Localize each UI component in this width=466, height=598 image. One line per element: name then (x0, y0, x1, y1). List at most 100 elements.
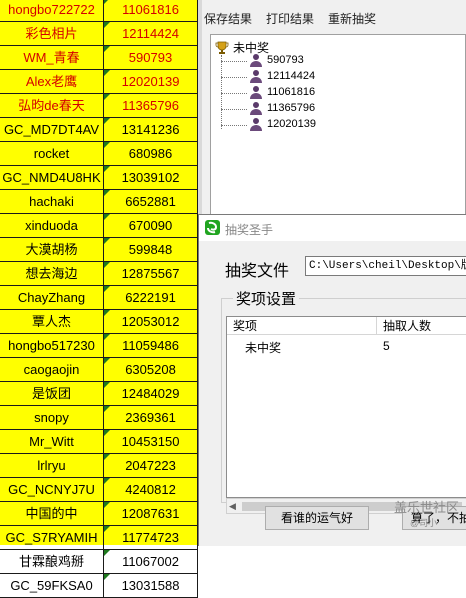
table-row[interactable]: lrlryu 2047223 (0, 454, 198, 478)
user-id-cell[interactable]: 11061816 (104, 0, 198, 22)
table-row[interactable]: 中国的中 12087631 (0, 502, 198, 526)
prize-count-cell[interactable]: 5 (383, 339, 390, 353)
username-cell[interactable]: 弘昀de春天 (0, 94, 104, 118)
username-cell[interactable]: rocket (0, 142, 104, 166)
prize-name-cell[interactable]: 未中奖 (245, 339, 281, 356)
table-row[interactable]: GC_59FKSA0 13031588 (0, 574, 198, 598)
username-cell[interactable]: 中国的中 (0, 502, 104, 526)
username-cell[interactable]: hachaki (0, 190, 104, 214)
user-id-cell[interactable]: 599848 (104, 238, 198, 262)
tree-leaf[interactable]: 11365796 (221, 101, 461, 117)
user-id-cell[interactable]: 2369361 (104, 406, 198, 430)
username-cell[interactable]: Alex老鹰 (0, 70, 104, 94)
tree-leaf[interactable]: 12020139 (221, 117, 461, 133)
table-row[interactable]: rocket 680986 (0, 142, 198, 166)
table-row[interactable]: GC_MD7DT4AV 13141236 (0, 118, 198, 142)
save-results-menu[interactable]: 保存结果 (204, 10, 252, 27)
table-row[interactable]: 彩色相片 12114424 (0, 22, 198, 46)
tree-leaf-label[interactable]: 12020139 (267, 118, 316, 130)
user-id-cell[interactable]: 12484029 (104, 382, 198, 406)
user-id-cell[interactable]: 6305208 (104, 358, 198, 382)
file-path-field[interactable]: C:\Users\cheil\Desktop\版块 (305, 256, 466, 276)
username-cell[interactable]: lrlryu (0, 454, 104, 478)
user-id-cell[interactable]: 11365796 (104, 94, 198, 118)
user-id-cell[interactable]: 13031588 (104, 574, 198, 598)
tree-leaf-label[interactable]: 12114424 (267, 70, 315, 82)
draw-button[interactable]: 看谁的运气好 (265, 506, 369, 530)
user-id-cell[interactable]: 10453150 (104, 430, 198, 454)
username-cell[interactable]: GC_S7RYAMIH (0, 526, 104, 550)
table-row[interactable]: GC_NMD4U8HK 13039102 (0, 166, 198, 190)
username-cell[interactable]: 大漠胡杨 (0, 238, 104, 262)
username-cell[interactable]: caogaojin (0, 358, 104, 382)
table-row[interactable]: caogaojin 6305208 (0, 358, 198, 382)
tree-leaf[interactable]: 590793 (221, 53, 461, 69)
user-id-cell[interactable]: 12053012 (104, 310, 198, 334)
table-row[interactable]: GC_NCNYJ7U 4240812 (0, 478, 198, 502)
username-cell[interactable]: 甘霖酿鸡掰 (0, 550, 104, 574)
user-id-cell[interactable]: 13141236 (104, 118, 198, 142)
username-cell[interactable]: hongbo517230 (0, 334, 104, 358)
username-cell[interactable]: 是饭团 (0, 382, 104, 406)
user-id-cell[interactable]: 12020139 (104, 70, 198, 94)
user-id-cell[interactable]: 6222191 (104, 286, 198, 310)
user-id-cell[interactable]: 590793 (104, 46, 198, 70)
title-bar[interactable]: 抽奖圣手 (199, 215, 466, 241)
table-row[interactable]: hongbo722722 11061816 (0, 0, 198, 22)
result-tree[interactable]: 未中奖 590793 12114424 11061816 11365796 120201… (210, 34, 466, 224)
cell-marker-icon (104, 70, 110, 76)
prize-list[interactable]: 奖项 抽取人数 未中奖 5 (226, 316, 466, 498)
table-row[interactable]: 是饭团 12484029 (0, 382, 198, 406)
table-row[interactable]: 甘霖酿鸡掰 11067002 (0, 550, 198, 574)
user-id-cell[interactable]: 12087631 (104, 502, 198, 526)
username-cell[interactable]: WM_青春 (0, 46, 104, 70)
username-cell[interactable]: 彩色相片 (0, 22, 104, 46)
table-row[interactable]: hongbo517230 11059486 (0, 334, 198, 358)
username-cell[interactable]: ChayZhang (0, 286, 104, 310)
user-id-cell[interactable]: 4240812 (104, 478, 198, 502)
scroll-left-icon[interactable]: ◀ (229, 501, 236, 512)
user-id-cell[interactable]: 11067002 (104, 550, 198, 574)
username-cell[interactable]: snopy (0, 406, 104, 430)
tree-leaf-label[interactable]: 11365796 (267, 102, 315, 114)
table-row[interactable]: Alex老鹰 12020139 (0, 70, 198, 94)
username-cell[interactable]: GC_NMD4U8HK (0, 166, 104, 190)
username-cell[interactable]: GC_MD7DT4AV (0, 118, 104, 142)
username-cell[interactable]: 覃人杰 (0, 310, 104, 334)
print-results-menu[interactable]: 打印结果 (266, 10, 314, 27)
user-id-cell[interactable]: 6652881 (104, 190, 198, 214)
table-row[interactable]: xinduoda 670090 (0, 214, 198, 238)
tree-leaf-label[interactable]: 11061816 (267, 86, 315, 98)
cell-marker-icon (104, 166, 110, 172)
username-cell[interactable]: Mr_Witt (0, 430, 104, 454)
table-row[interactable]: snopy 2369361 (0, 406, 198, 430)
username-cell[interactable]: xinduoda (0, 214, 104, 238)
username-cell[interactable]: 想去海边 (0, 262, 104, 286)
table-row[interactable]: GC_S7RYAMIH 11774723 (0, 526, 198, 550)
user-id-cell[interactable]: 670090 (104, 214, 198, 238)
user-id-cell[interactable]: 2047223 (104, 454, 198, 478)
table-row[interactable]: 大漠胡杨 599848 (0, 238, 198, 262)
table-row[interactable]: 想去海边 12875567 (0, 262, 198, 286)
column-header-prize[interactable]: 奖项 (227, 317, 377, 335)
column-header-count[interactable]: 抽取人数 (377, 317, 466, 335)
tree-leaf[interactable]: 12114424 (221, 69, 461, 85)
username-cell[interactable]: hongbo722722 (0, 0, 104, 22)
user-id-cell[interactable]: 680986 (104, 142, 198, 166)
user-id-cell[interactable]: 12114424 (104, 22, 198, 46)
user-id-cell[interactable]: 13039102 (104, 166, 198, 190)
user-id-cell[interactable]: 11059486 (104, 334, 198, 358)
tree-leaf-label[interactable]: 590793 (267, 54, 304, 66)
tree-leaf[interactable]: 11061816 (221, 85, 461, 101)
table-row[interactable]: 覃人杰 12053012 (0, 310, 198, 334)
table-row[interactable]: Mr_Witt 10453150 (0, 430, 198, 454)
username-cell[interactable]: GC_59FKSA0 (0, 574, 104, 598)
username-cell[interactable]: GC_NCNYJ7U (0, 478, 104, 502)
user-id-cell[interactable]: 11774723 (104, 526, 198, 550)
table-row[interactable]: 弘昀de春天 11365796 (0, 94, 198, 118)
table-row[interactable]: hachaki 6652881 (0, 190, 198, 214)
user-id-cell[interactable]: 12875567 (104, 262, 198, 286)
table-row[interactable]: WM_青春 590793 (0, 46, 198, 70)
redraw-menu[interactable]: 重新抽奖 (328, 10, 376, 27)
table-row[interactable]: ChayZhang 6222191 (0, 286, 198, 310)
